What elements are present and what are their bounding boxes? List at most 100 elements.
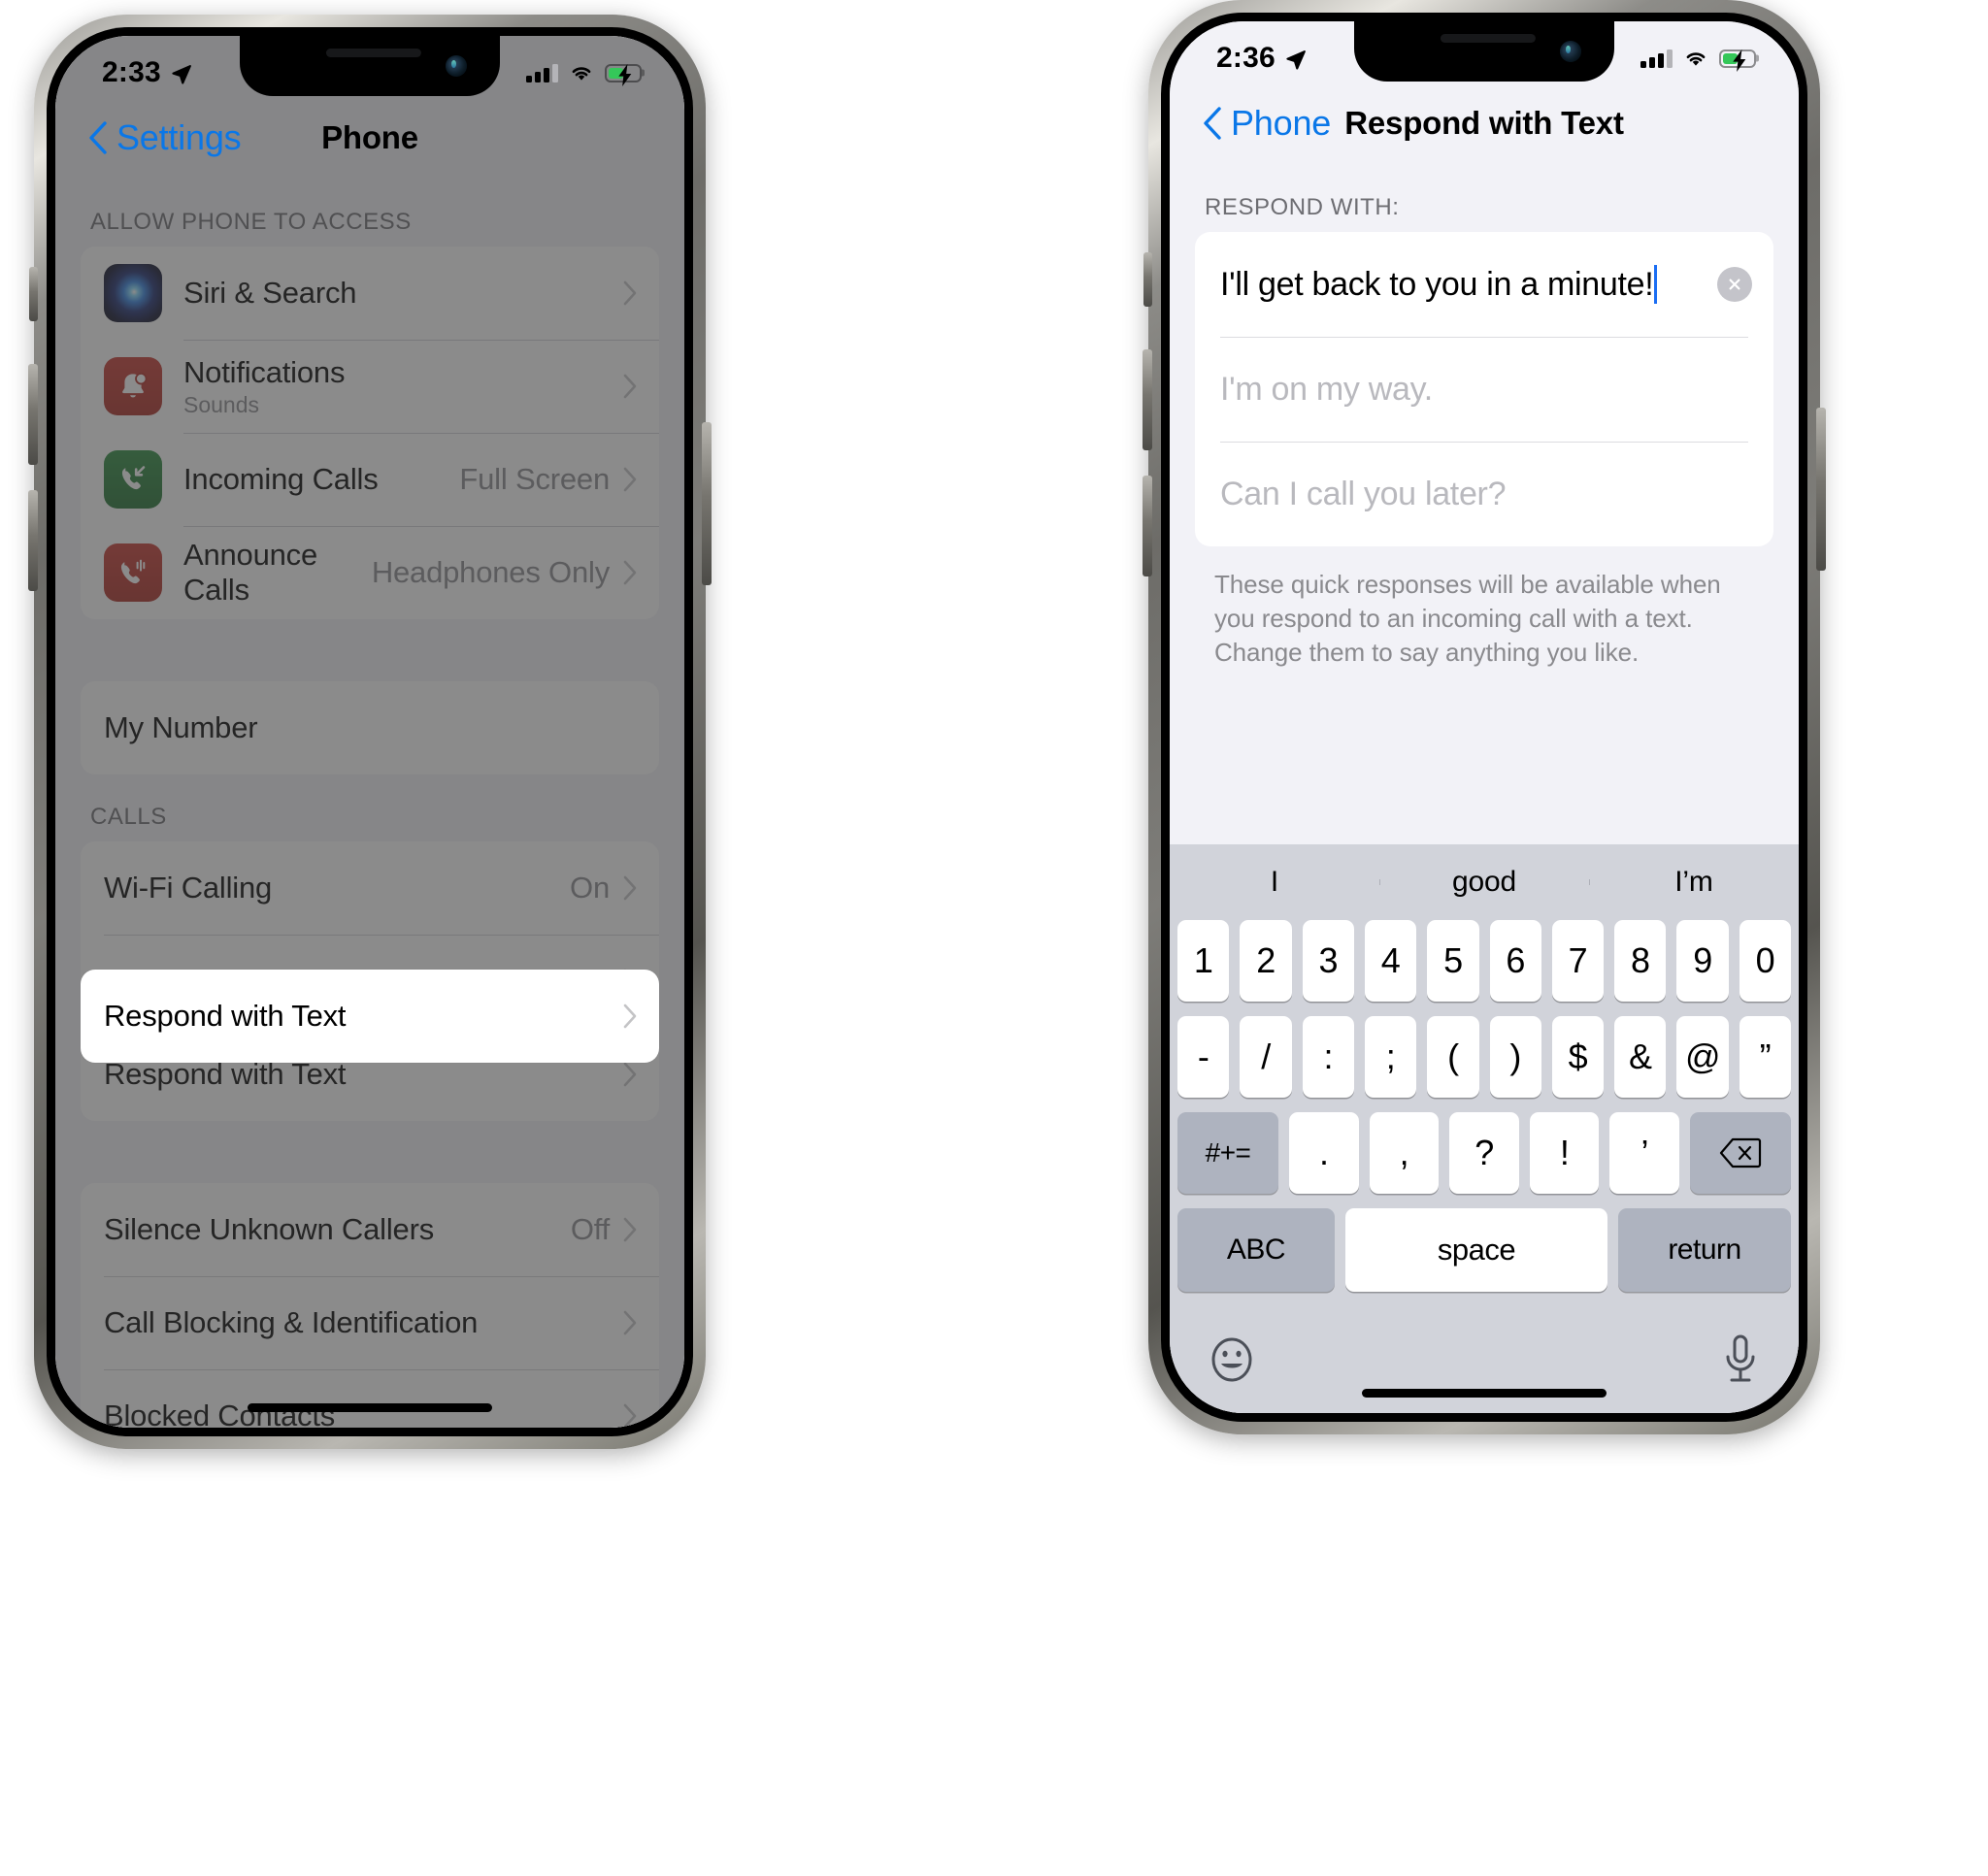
key-8[interactable]: 8 [1614,920,1667,1002]
volume-down-button[interactable] [1143,476,1152,576]
settings-row-silence-unknown-callers[interactable]: Silence Unknown Callers Off [81,1183,659,1276]
row-text: Notifications Sounds [183,355,623,418]
key-question[interactable]: ? [1449,1112,1519,1194]
settings-row-call-blocking-identification[interactable]: Call Blocking & Identification [81,1276,659,1369]
quick-response-fields: I'll get back to you in a minute! I'm on… [1195,232,1773,546]
settings-row-wifi-calling[interactable]: Wi-Fi Calling On [81,841,659,935]
clear-circle-icon[interactable] [1717,267,1752,302]
settings-group-blocking: Silence Unknown Callers Off Call Blockin… [81,1183,659,1428]
key-apostrophe[interactable]: ’ [1609,1112,1679,1194]
prediction-2[interactable]: good [1379,866,1589,899]
row-subtitle: Sounds [183,391,260,417]
key-abc-toggle[interactable]: ABC [1177,1208,1335,1292]
prediction-bar: I good I’m [1170,844,1799,920]
settings-row-respond-with-text-highlighted[interactable]: Respond with Text [81,970,659,1063]
right-status-time-group: 2:36 [1216,42,1307,75]
key-symbols-toggle[interactable]: #+= [1177,1112,1279,1194]
home-indicator[interactable] [1362,1389,1607,1398]
location-arrow-icon [1286,49,1306,70]
section-header-respond-with: RESPOND WITH: [1205,194,1400,220]
row-label: Respond with Text [104,999,347,1033]
keyboard-row-punctuation: #+= . , ? ! ’ [1170,1112,1799,1208]
settings-row-notifications[interactable]: Notifications Sounds [81,340,659,433]
key-ampersand[interactable]: & [1614,1016,1667,1098]
key-colon[interactable]: : [1302,1016,1354,1098]
prediction-1[interactable]: I [1170,866,1379,899]
chevron-right-icon [623,1217,637,1242]
quick-response-field-2[interactable]: I'm on my way. [1195,337,1773,442]
key-return[interactable]: return [1618,1208,1791,1292]
left-status-time-group: 2:33 [102,56,192,89]
power-button[interactable] [1816,408,1826,571]
microphone-icon[interactable] [1719,1333,1762,1387]
row-value: Headphones Only [371,555,610,589]
key-slash[interactable]: / [1240,1016,1292,1098]
settings-row-announce-calls[interactable]: Announce Calls Headphones Only [81,526,659,619]
key-4[interactable]: 4 [1364,920,1417,1002]
key-dollar[interactable]: $ [1551,1016,1605,1098]
left-phone-device: 2:33 Settings Phone ALLOW PHONE TO ACCES… [28,15,712,1449]
row-label: Wi-Fi Calling [104,871,273,905]
key-at[interactable]: @ [1676,1016,1729,1098]
delete-backward-icon[interactable] [1689,1112,1791,1194]
settings-row-my-number[interactable]: My Number [81,681,659,774]
key-6[interactable]: 6 [1489,920,1541,1002]
quick-response-value-1: I'll get back to you in a minute! [1220,265,1654,303]
row-value: Full Screen [459,462,610,496]
volume-up-button[interactable] [28,364,38,465]
prediction-3[interactable]: I’m [1589,866,1799,899]
key-7[interactable]: 7 [1551,920,1605,1002]
quick-response-field-3[interactable]: Can I call you later? [1195,442,1773,546]
quick-response-field-1[interactable]: I'll get back to you in a minute! [1195,232,1773,337]
volume-down-button[interactable] [28,490,38,591]
chevron-right-icon [623,1062,637,1087]
key-3[interactable]: 3 [1302,920,1354,1002]
back-to-settings-button[interactable]: Settings [88,117,242,158]
key-2[interactable]: 2 [1240,920,1292,1002]
key-exclamation[interactable]: ! [1529,1112,1600,1194]
keyboard-row-symbols: - / : ; ( ) $ & @ ” [1170,1016,1799,1112]
left-phone-bezel: 2:33 Settings Phone ALLOW PHONE TO ACCES… [47,27,693,1436]
keyboard-row-bottom: ABC space return [1170,1208,1799,1306]
settings-row-siri-search[interactable]: Siri & Search [81,247,659,340]
key-5[interactable]: 5 [1427,920,1479,1002]
row-text: Call Blocking & Identification [104,1305,623,1340]
back-to-phone-button[interactable]: Phone [1203,103,1331,144]
notifications-bell-icon [104,357,162,415]
key-quote[interactable]: ” [1739,1016,1791,1098]
silent-switch[interactable] [1143,252,1152,307]
key-paren-close[interactable]: ) [1489,1016,1541,1098]
key-space[interactable]: space [1345,1208,1607,1292]
volume-up-button[interactable] [1143,349,1152,450]
key-paren-open[interactable]: ( [1427,1016,1479,1098]
left-phone-screen: 2:33 Settings Phone ALLOW PHONE TO ACCES… [55,36,684,1428]
key-0[interactable]: 0 [1739,920,1791,1002]
row-text: My Number [104,710,638,745]
settings-row-blocked-contacts[interactable]: Blocked Contacts [81,1369,659,1428]
section-header-allow-access: ALLOW PHONE TO ACCESS [90,209,412,235]
key-hyphen[interactable]: - [1177,1016,1230,1098]
home-indicator[interactable] [248,1403,492,1412]
key-1[interactable]: 1 [1177,920,1230,1002]
left-status-icons [526,63,642,86]
key-period[interactable]: . [1289,1112,1359,1194]
screenshot-canvas: 2:33 Settings Phone ALLOW PHONE TO ACCES… [0,0,1988,1876]
emoji-smiley-icon[interactable] [1207,1334,1257,1385]
location-arrow-icon [172,64,191,84]
key-semicolon[interactable]: ; [1364,1016,1417,1098]
chevron-right-icon [623,875,637,901]
key-9[interactable]: 9 [1676,920,1729,1002]
back-label: Settings [116,117,242,157]
power-button[interactable] [702,422,712,585]
right-status-time: 2:36 [1216,42,1276,74]
settings-row-incoming-calls[interactable]: Incoming Calls Full Screen [81,433,659,526]
chevron-right-icon [623,560,637,585]
row-label: Silence Unknown Callers [104,1212,435,1246]
row-label: Notifications [183,354,346,389]
left-nav-bar: Settings Phone [55,96,684,180]
right-phone-screen: 2: 3 6 Phone Respond with Text RESPOND WIT… [1170,21,1799,1413]
key-comma[interactable]: , [1369,1112,1440,1194]
silent-switch[interactable] [29,267,38,321]
left-notch [240,36,500,96]
